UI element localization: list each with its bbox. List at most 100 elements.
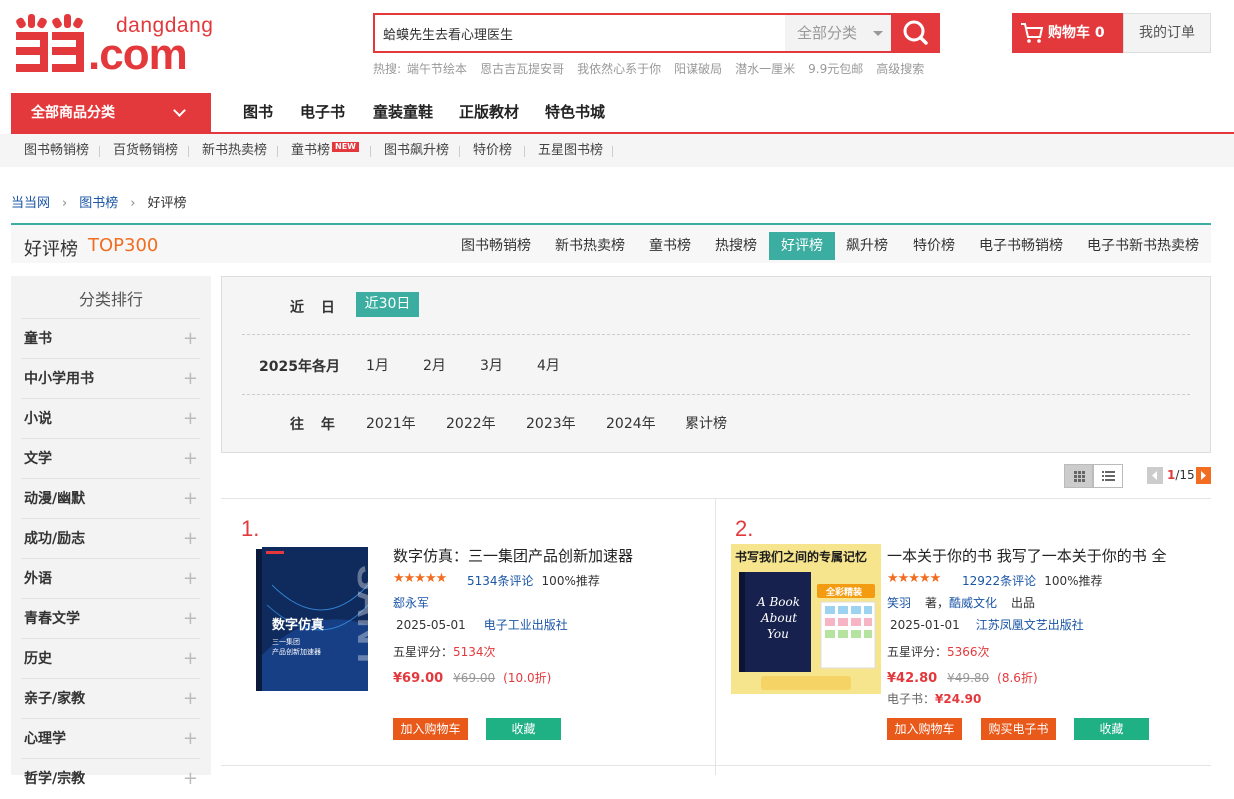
five-star-label: 五星评分： — [393, 645, 454, 659]
hot-item[interactable]: 端午节绘本 — [407, 62, 467, 76]
nav-item-ebooks[interactable]: 电子书 — [300, 93, 345, 132]
publisher-link[interactable]: 电子工业出版社 — [484, 618, 568, 632]
sidebar-item[interactable]: 青春文学 + — [21, 598, 200, 638]
hot-item[interactable]: 9.9元包邮 — [808, 62, 863, 76]
rank-tab[interactable]: 热搜榜 — [703, 232, 769, 260]
sidebar-item[interactable]: 外语 + — [21, 558, 200, 598]
subnav-item[interactable]: 五星图书榜 — [538, 134, 603, 167]
cart-button[interactable]: 购物车 0 — [1012, 13, 1123, 53]
nav-item-books[interactable]: 图书 — [243, 93, 273, 132]
product-title[interactable]: 数字仿真：三一集团产品创新加速器 — [393, 545, 693, 566]
filter-option-month[interactable]: 2月 — [423, 355, 446, 375]
author-link[interactable]: 笑羽 — [887, 596, 911, 610]
filter-option-year[interactable]: 2024年 — [606, 413, 656, 433]
sidebar-item[interactable]: 小说 + — [21, 398, 200, 438]
filter-option-year[interactable]: 2022年 — [446, 413, 496, 433]
cover-brand: SANY — [349, 565, 370, 671]
filter-option-month[interactable]: 1月 — [366, 355, 389, 375]
plus-icon[interactable]: + — [183, 399, 198, 439]
sidebar-item[interactable]: 童书 + — [21, 318, 200, 358]
filter-option-month[interactable]: 3月 — [480, 355, 503, 375]
filter-option-last-30-days[interactable]: 近30日 — [356, 292, 419, 317]
hot-item[interactable]: 潜水一厘米 — [735, 62, 795, 76]
producer-link[interactable]: 酷威文化 — [949, 596, 997, 610]
buy-ebook-button[interactable]: 购买电子书 — [981, 718, 1056, 740]
sidebar-item[interactable]: 历史 + — [21, 638, 200, 678]
review-count-link[interactable]: 12922条评论 — [962, 574, 1036, 588]
nav-item-textbooks[interactable]: 正版教材 — [459, 93, 519, 132]
sidebar-item[interactable]: 成功/励志 + — [21, 518, 200, 558]
filter-year-label: 往 年 — [290, 417, 341, 433]
subnav-item[interactable]: 百货畅销榜 — [113, 134, 178, 167]
add-to-cart-button[interactable]: 加入购物车 — [393, 718, 468, 740]
plus-icon[interactable]: + — [183, 319, 198, 359]
filter-option-month[interactable]: 4月 — [537, 355, 560, 375]
subnav-item[interactable]: 特价榜 — [473, 134, 512, 167]
plus-icon[interactable]: + — [183, 599, 198, 639]
nav-item-kids-clothing[interactable]: 童装童鞋 — [373, 93, 433, 132]
rank-tab[interactable]: 飙升榜 — [834, 232, 900, 260]
plus-icon[interactable]: + — [183, 359, 198, 399]
plus-icon[interactable]: + — [183, 519, 198, 559]
book-cover-image: SANY 数字仿真 三一集团 产品创新加速器 — [256, 547, 391, 691]
filter-option-cumulative[interactable]: 累计榜 — [685, 413, 727, 433]
subnav-item[interactable]: 新书热卖榜 — [202, 134, 267, 167]
sidebar-item[interactable]: 动漫/幽默 + — [21, 478, 200, 518]
list-view-button[interactable] — [1093, 464, 1123, 488]
search-button[interactable] — [891, 13, 940, 53]
sidebar-item[interactable]: 文学 + — [21, 438, 200, 478]
search-input[interactable] — [375, 15, 783, 51]
breadcrumb-books-rank[interactable]: 图书榜 — [79, 196, 118, 211]
dangdang-logo[interactable]: dangdang .com — [14, 12, 213, 79]
filter-divider — [242, 394, 1190, 395]
rank-tab[interactable]: 电子书畅销榜 — [967, 232, 1075, 260]
sidebar-item[interactable]: 心理学 + — [21, 718, 200, 758]
subnav-item[interactable]: 图书畅销榜 — [24, 134, 89, 167]
subnav-item[interactable]: 童书榜 — [291, 134, 330, 167]
filter-option-year[interactable]: 2023年 — [526, 413, 576, 433]
plus-icon[interactable]: + — [183, 559, 198, 599]
plus-icon[interactable]: + — [183, 439, 198, 479]
page-title-top: TOP300 — [88, 235, 159, 256]
all-categories-menu[interactable]: 全部商品分类 — [11, 93, 211, 134]
nav-item-featured[interactable]: 特色书城 — [545, 93, 605, 132]
breadcrumb-home[interactable]: 当当网 — [11, 196, 50, 211]
filter-option-year[interactable]: 2021年 — [366, 413, 416, 433]
publisher-link[interactable]: 江苏凤凰文艺出版社 — [976, 618, 1084, 632]
advanced-search-link[interactable]: 高级搜索 — [876, 62, 924, 76]
publish-line: 2025-05-01 电子工业出版社 — [396, 616, 568, 633]
sidebar-item[interactable]: 亲子/家教 + — [21, 678, 200, 718]
book-cover-1[interactable]: SANY 数字仿真 三一集团 产品创新加速器 — [252, 545, 391, 691]
grid-view-button[interactable] — [1064, 464, 1093, 488]
plus-icon[interactable]: + — [183, 479, 198, 519]
subnav-item[interactable]: 图书飙升榜 — [384, 134, 449, 167]
rank-tab[interactable]: 图书畅销榜 — [449, 232, 543, 260]
review-count-link[interactable]: 5134条评论 — [467, 574, 534, 588]
favorite-button[interactable]: 收藏 — [1074, 718, 1149, 740]
rank-tab[interactable]: 特价榜 — [901, 232, 967, 260]
plus-icon[interactable]: + — [183, 759, 198, 799]
sidebar-item[interactable]: 哲学/宗教 + — [21, 758, 200, 798]
sidebar-item[interactable]: 中小学用书 + — [21, 358, 200, 398]
prev-page-button[interactable] — [1147, 467, 1163, 484]
my-orders-button[interactable]: 我的订单 — [1123, 13, 1211, 53]
add-to-cart-button[interactable]: 加入购物车 — [887, 718, 962, 740]
rating-stars: ★★★★★ — [393, 571, 447, 586]
rank-tab-active[interactable]: 好评榜 — [769, 232, 835, 260]
book-cover-2[interactable]: 书写我们之间的专属记忆 A Book About You 全彩精装 — [731, 544, 881, 694]
chevron-right-icon — [1201, 471, 1206, 480]
rank-tab[interactable]: 童书榜 — [637, 232, 703, 260]
rank-tab[interactable]: 新书热卖榜 — [543, 232, 637, 260]
plus-icon[interactable]: + — [183, 639, 198, 679]
hot-item[interactable]: 我依然心系于你 — [577, 62, 661, 76]
author-link[interactable]: 郄永军 — [393, 596, 429, 610]
favorite-button[interactable]: 收藏 — [486, 718, 561, 740]
hot-item[interactable]: 恩古吉瓦提安哥 — [480, 62, 564, 76]
search-category-select[interactable]: 全部分类 — [785, 15, 891, 51]
next-page-button[interactable] — [1196, 467, 1211, 484]
hot-item[interactable]: 阳谋破局 — [674, 62, 722, 76]
plus-icon[interactable]: + — [183, 679, 198, 719]
rank-tab[interactable]: 电子书新书热卖榜 — [1075, 232, 1211, 260]
plus-icon[interactable]: + — [183, 719, 198, 759]
product-title[interactable]: 一本关于你的书 我写了一本关于你的书 全 — [887, 545, 1209, 566]
